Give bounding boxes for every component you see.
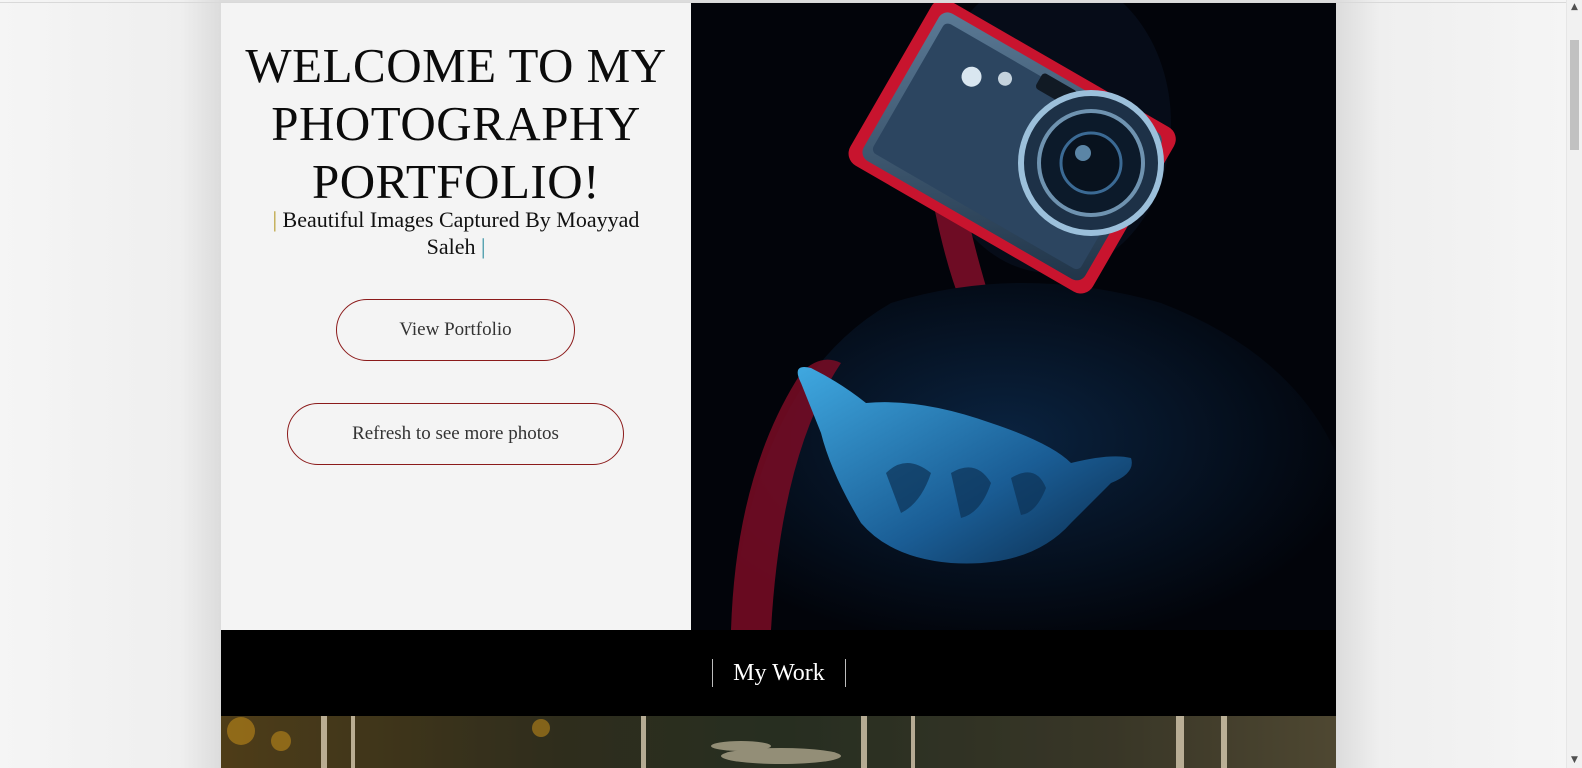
hero-title: WELCOME TO MY PHOTOGRAPHY PORTFOLIO! (245, 38, 667, 209)
my-work-title: My Work (712, 659, 846, 687)
page-container: WELCOME TO MY PHOTOGRAPHY PORTFOLIO! | B… (221, 3, 1336, 768)
view-portfolio-button[interactable]: View Portfolio (336, 299, 575, 361)
my-work-section: My Work (221, 630, 1336, 716)
scroll-down-arrow-icon[interactable]: ▼ (1567, 753, 1582, 768)
scroll-up-arrow-icon[interactable]: ▲ (1567, 0, 1582, 15)
hero-camera-photo (691, 3, 1336, 630)
subtitle-bar-right: | (480, 234, 486, 259)
subtitle-text: Beautiful Images Captured By Moayyad Sal… (277, 207, 640, 259)
scrollbar-thumb[interactable] (1570, 40, 1579, 150)
hero-subtitle: | Beautiful Images Captured By Moayyad S… (251, 206, 661, 260)
browser-viewport: WELCOME TO MY PHOTOGRAPHY PORTFOLIO! | B… (0, 0, 1566, 768)
forest-photo-illustration (221, 716, 1336, 768)
forest-photo-preview (221, 716, 1336, 768)
camera-photo-illustration (691, 3, 1336, 630)
refresh-photos-button[interactable]: Refresh to see more photos (287, 403, 624, 465)
hero-intro: WELCOME TO MY PHOTOGRAPHY PORTFOLIO! | B… (221, 3, 691, 630)
vertical-scrollbar[interactable]: ▲ ▼ (1566, 0, 1582, 768)
